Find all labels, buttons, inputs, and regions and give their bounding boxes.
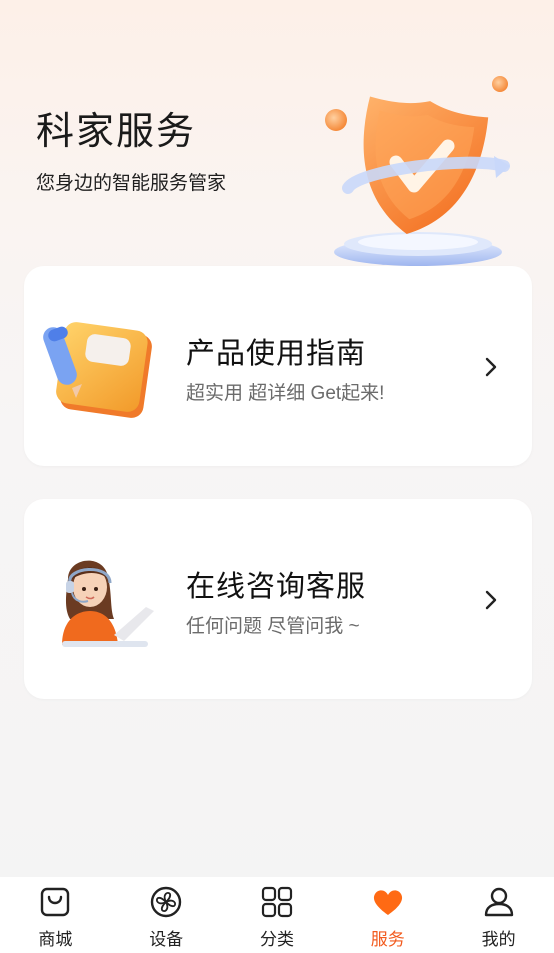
tab-label: 设备 — [149, 930, 184, 949]
tab-label: 商城 — [38, 930, 73, 949]
customer-service-agent-icon — [62, 560, 154, 647]
shopping-bag-icon — [41, 887, 70, 917]
tab-categories[interactable]: 分类 — [222, 877, 333, 953]
heart-icon — [373, 890, 402, 915]
tab-mall[interactable]: 商城 — [0, 877, 111, 953]
card-subtitle: 超实用 超详细 Get起来! — [186, 383, 385, 404]
chevron-right-icon — [485, 590, 497, 610]
tab-devices[interactable]: 设备 — [111, 877, 222, 953]
product-guide-card[interactable]: 产品使用指南 超实用 超详细 Get起来! — [24, 266, 532, 466]
tab-profile[interactable]: 我的 — [443, 877, 554, 953]
grid-icon — [261, 886, 293, 918]
card-subtitle: 任何问题 尽管问我 ~ — [186, 616, 360, 637]
bottom-tab-bar: 商城 设备 分类 服务 我的 — [0, 877, 554, 953]
tab-label: 分类 — [259, 930, 294, 949]
page-title: 科家服务 — [36, 111, 197, 153]
card-title: 在线咨询客服 — [186, 571, 367, 603]
page-subtitle: 您身边的智能服务管家 — [36, 173, 227, 194]
chevron-right-icon — [485, 357, 497, 377]
tab-label: 我的 — [481, 930, 516, 949]
shield-check-illustration — [325, 76, 510, 266]
fan-device-icon — [150, 886, 182, 918]
guide-book-icon — [43, 322, 152, 418]
tab-label: 服务 — [370, 930, 405, 949]
card-title: 产品使用指南 — [186, 338, 367, 370]
online-support-card[interactable]: 在线咨询客服 任何问题 尽管问我 ~ — [24, 499, 532, 699]
user-icon — [484, 887, 513, 917]
tab-service[interactable]: 服务 — [332, 877, 443, 953]
